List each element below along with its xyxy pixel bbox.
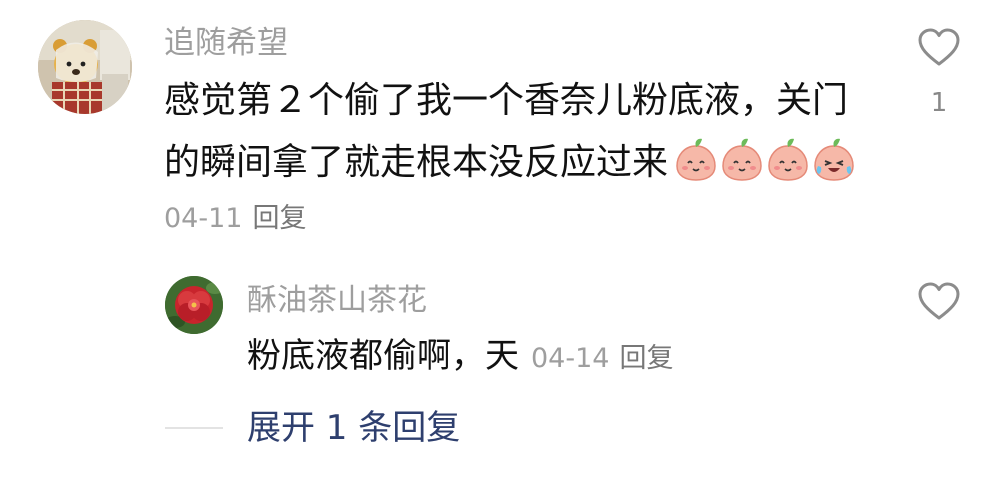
avatar[interactable] [38, 20, 132, 114]
divider [165, 427, 223, 429]
like-button[interactable] [917, 27, 961, 71]
reply-button[interactable]: 回复 [252, 203, 306, 234]
comment-text-line-1: 感觉第２个偷了我一个香奈儿粉底液，关门 [164, 80, 849, 121]
comment-username[interactable]: 追随希望 [164, 23, 288, 63]
heart-icon[interactable] [917, 281, 961, 321]
smile-peach-icon [676, 138, 716, 181]
expand-replies-link[interactable]: 展开 1 条回复 [247, 406, 460, 450]
reply-avatar[interactable] [165, 276, 223, 334]
camellia-avatar-image [165, 276, 223, 334]
heart-icon[interactable] [917, 27, 961, 67]
cry-laugh-peach-icon [814, 138, 854, 181]
reply-like-button[interactable] [917, 281, 961, 325]
comment-meta: 04-11 回复 [164, 202, 306, 236]
reply-date: 04-14 [531, 343, 610, 374]
emoji-group [674, 136, 858, 194]
smile-peach-icon [768, 138, 808, 181]
comment-text-line-2: 的瞬间拿了就走根本没反应过来 [164, 142, 669, 183]
comment-text-line-2-wrap: 的瞬间拿了就走根本没反应过来 [164, 136, 858, 194]
comment-date: 04-11 [164, 203, 243, 234]
reply-reply-button[interactable]: 回复 [619, 343, 673, 374]
reply-username[interactable]: 酥油茶山茶花 [247, 281, 427, 321]
reply-meta: 04-14 回复 [531, 343, 673, 374]
smile-peach-icon [722, 138, 762, 181]
reply-text: 粉底液都偷啊，天 [247, 336, 519, 376]
reply-text-row: 粉底液都偷啊，天 04-14 回复 [247, 334, 673, 381]
pooh-avatar-image [38, 20, 132, 114]
like-count: 1 [930, 88, 948, 118]
